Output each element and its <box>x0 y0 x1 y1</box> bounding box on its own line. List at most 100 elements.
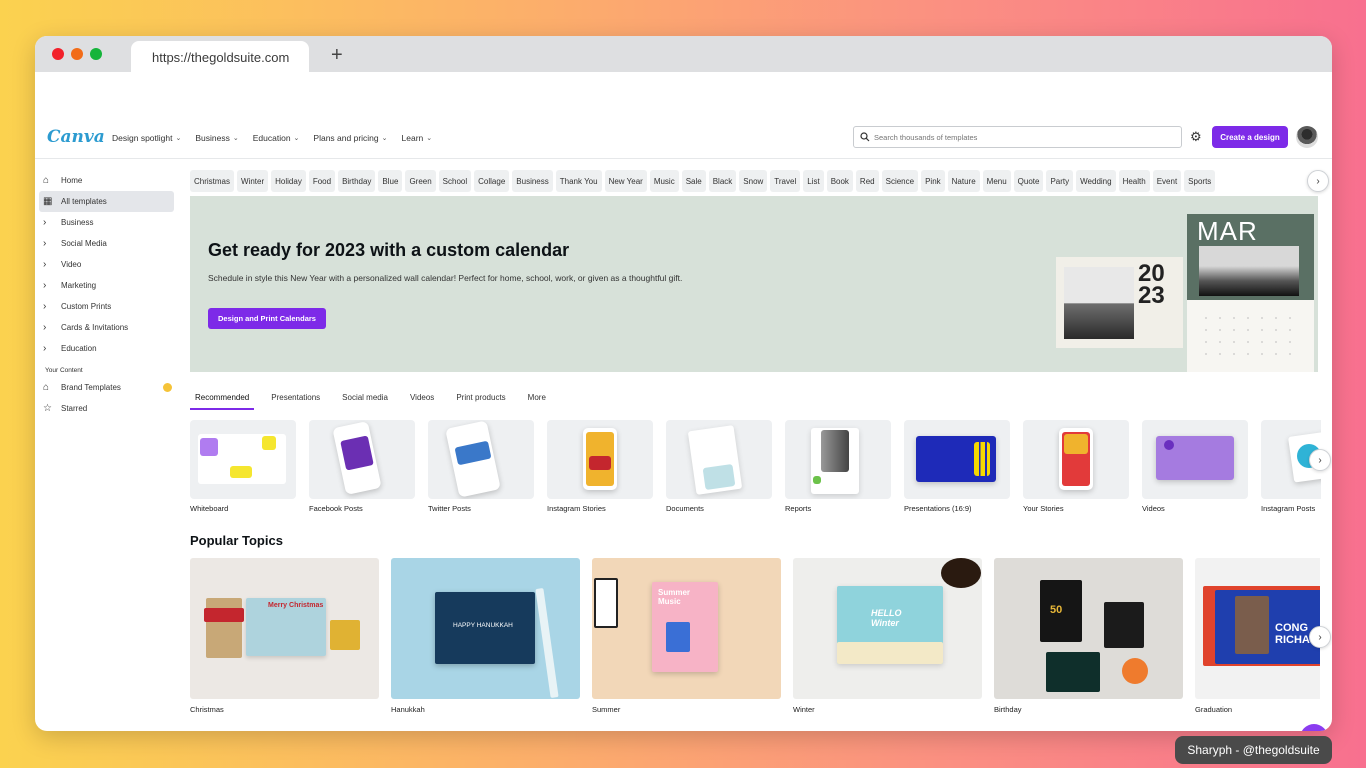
sidebar-item-all-templates[interactable]: ▦ All templates <box>39 191 174 212</box>
tab-presentations[interactable]: Presentations <box>266 393 325 410</box>
chip-christmas[interactable]: Christmas <box>190 170 235 192</box>
type-card-facebook-posts[interactable]: Facebook Posts <box>309 420 415 513</box>
sidebar-item-marketing[interactable]: › Marketing <box>39 275 174 296</box>
type-card-documents[interactable]: Documents <box>666 420 772 513</box>
tab-more[interactable]: More <box>523 393 551 410</box>
nav-menu: Design spotlight ⌄ Business ⌄ Education ⌄ P… <box>112 133 446 143</box>
sidebar-item-education[interactable]: › Education <box>39 338 174 359</box>
chip-snow[interactable]: Snow <box>739 170 768 192</box>
topic-card-hanukkah[interactable]: HAPPY HANUKKAH Hanukkah <box>391 558 580 714</box>
browser-tab[interactable]: https://thegoldsuite.com <box>131 41 309 72</box>
nav-business[interactable]: Business ⌄ <box>195 133 238 143</box>
chip-birthday[interactable]: Birthday <box>338 170 376 192</box>
videos-thumbnail <box>1142 420 1248 499</box>
settings-gear-icon[interactable]: ⚙ <box>1190 129 1202 145</box>
type-card-instagram-stories[interactable]: Instagram Stories <box>547 420 653 513</box>
search-box[interactable] <box>853 126 1182 148</box>
sidebar-item-starred[interactable]: ☆ Starred <box>39 398 174 419</box>
chip-black[interactable]: Black <box>708 170 737 192</box>
chip-sports[interactable]: Sports <box>1184 170 1216 192</box>
wall-calendar-image: MAR <box>1187 214 1314 372</box>
topics-next-button[interactable]: › <box>1309 626 1331 648</box>
instagram-stories-thumbnail <box>547 420 653 499</box>
home-icon: ⌂ <box>43 175 50 186</box>
type-card-videos[interactable]: Videos <box>1142 420 1248 513</box>
chip-school[interactable]: School <box>438 170 472 192</box>
chip-health[interactable]: Health <box>1118 170 1150 192</box>
design-print-calendars-button[interactable]: Design and Print Calendars <box>208 308 326 329</box>
type-label: Instagram Posts <box>1261 504 1316 513</box>
chip-menu[interactable]: Menu <box>982 170 1011 192</box>
chip-new-year[interactable]: New Year <box>604 170 647 192</box>
reports-thumbnail <box>785 420 891 499</box>
type-card-reports[interactable]: Reports <box>785 420 891 513</box>
chip-business[interactable]: Business <box>512 170 553 192</box>
create-design-button[interactable]: Create a design <box>1212 126 1288 148</box>
chip-pink[interactable]: Pink <box>921 170 945 192</box>
tab-print-products[interactable]: Print products <box>451 393 510 410</box>
documents-thumbnail <box>666 420 772 499</box>
chip-holiday[interactable]: Holiday <box>271 170 306 192</box>
topic-card-birthday[interactable]: 50 Birthday <box>994 558 1183 714</box>
topic-card-winter[interactable]: HELLO Winter Winter <box>793 558 982 714</box>
sidebar-item-home[interactable]: ⌂ Home <box>39 170 174 191</box>
topic-card-christmas[interactable]: Merry Christmas Christmas <box>190 558 379 714</box>
nav-education[interactable]: Education ⌄ <box>253 133 300 143</box>
type-card-whiteboard[interactable]: Whiteboard <box>190 420 296 513</box>
chip-wedding[interactable]: Wedding <box>1076 170 1116 192</box>
chip-sale[interactable]: Sale <box>681 170 706 192</box>
type-card-your-stories[interactable]: Your Stories <box>1023 420 1129 513</box>
summer-thumbnail: Summer Music <box>592 558 781 699</box>
chip-winter[interactable]: Winter <box>237 170 269 192</box>
close-window-button[interactable] <box>52 48 64 60</box>
chip-thank-you[interactable]: Thank You <box>555 170 602 192</box>
hero-description: Schedule in style this New Year with a p… <box>208 273 683 283</box>
chip-nature[interactable]: Nature <box>947 170 980 192</box>
sidebar-item-social-media[interactable]: › Social Media <box>39 233 174 254</box>
maximize-window-button[interactable] <box>90 48 102 60</box>
types-next-button[interactable]: › <box>1309 449 1331 471</box>
christmas-card-text: Merry Christmas <box>268 602 324 609</box>
topic-card-graduation[interactable]: CONG RICHA Graduation <box>1195 558 1320 714</box>
type-card-twitter-posts[interactable]: Twitter Posts <box>428 420 534 513</box>
topic-label: Winter <box>793 705 815 714</box>
tab-social-media[interactable]: Social media <box>337 393 393 410</box>
tab-videos[interactable]: Videos <box>405 393 439 410</box>
new-tab-button[interactable]: + <box>331 45 343 65</box>
user-avatar[interactable] <box>1296 126 1318 148</box>
chip-quote[interactable]: Quote <box>1013 170 1044 192</box>
sidebar-item-business[interactable]: › Business <box>39 212 174 233</box>
chip-travel[interactable]: Travel <box>770 170 801 192</box>
search-input[interactable] <box>874 132 1164 142</box>
sidebar-item-custom-prints[interactable]: › Custom Prints <box>39 296 174 317</box>
chip-food[interactable]: Food <box>308 170 336 192</box>
whiteboard-thumbnail <box>190 420 296 499</box>
chip-book[interactable]: Book <box>826 170 853 192</box>
nav-learn[interactable]: Learn ⌄ <box>402 133 433 143</box>
chip-list[interactable]: List <box>803 170 824 192</box>
chips-next-button[interactable]: › <box>1307 170 1329 192</box>
chip-science[interactable]: Science <box>881 170 919 192</box>
type-label: Presentations (16:9) <box>904 504 972 513</box>
sidebar-item-video[interactable]: › Video <box>39 254 174 275</box>
chip-green[interactable]: Green <box>405 170 436 192</box>
topic-card-summer[interactable]: Summer Music Summer <box>592 558 781 714</box>
chip-collage[interactable]: Collage <box>474 170 510 192</box>
nav-design-spotlight[interactable]: Design spotlight ⌄ <box>112 133 181 143</box>
sidebar-item-cards-invitations[interactable]: › Cards & Invitations <box>39 317 174 338</box>
minimize-window-button[interactable] <box>71 48 83 60</box>
calendar-month: MAR <box>1197 216 1258 246</box>
sidebar-item-brand-templates[interactable]: ⌂ Brand Templates <box>39 377 174 398</box>
canva-logo[interactable]: Canva <box>47 127 105 147</box>
chip-music[interactable]: Music <box>649 170 679 192</box>
sidebar: ⌂ Home ▦ All templates › Business › Social M… <box>39 170 174 419</box>
type-card-presentations[interactable]: Presentations (16:9) <box>904 420 1010 513</box>
chip-blue[interactable]: Blue <box>378 170 403 192</box>
chip-event[interactable]: Event <box>1152 170 1182 192</box>
nav-plans-pricing[interactable]: Plans and pricing ⌄ <box>313 133 387 143</box>
chip-party[interactable]: Party <box>1046 170 1074 192</box>
chip-red[interactable]: Red <box>855 170 879 192</box>
type-label: Reports <box>785 504 812 513</box>
tab-recommended[interactable]: Recommended <box>190 393 255 410</box>
help-bubble[interactable] <box>1300 724 1328 731</box>
